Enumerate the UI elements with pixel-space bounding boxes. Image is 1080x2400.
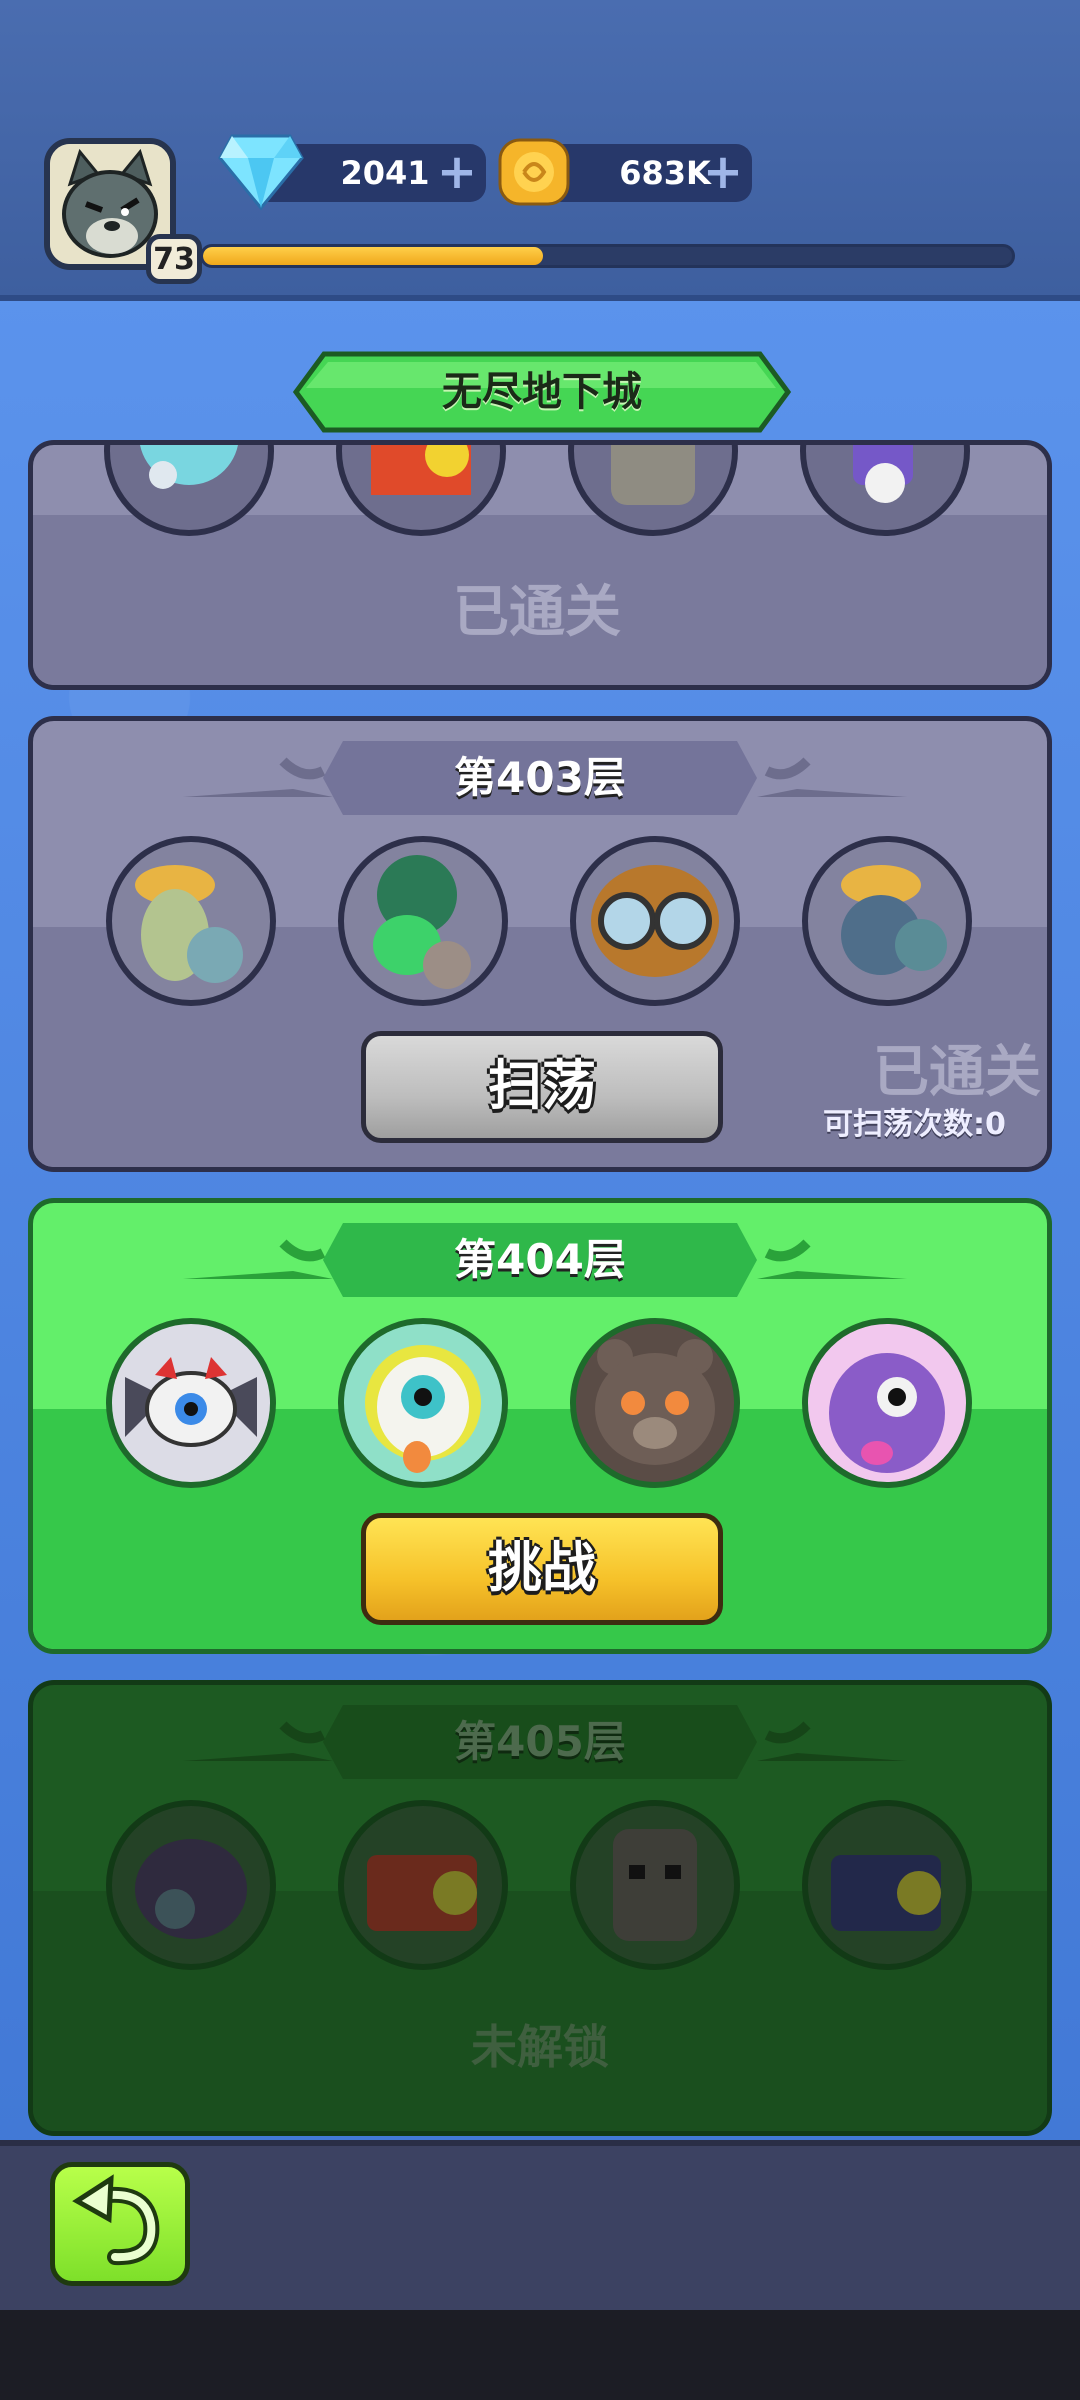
enemy-slot[interactable] bbox=[337, 1317, 509, 1489]
back-button[interactable] bbox=[50, 2162, 190, 2286]
title-banner: 无尽地下城 bbox=[276, 348, 808, 436]
floor-ribbon: 第405层 bbox=[323, 1705, 757, 1779]
enemy-slot bbox=[337, 1799, 509, 1971]
enemy-slot bbox=[569, 1799, 741, 1971]
floor-card-403: 第403层 扫荡 已通关 可扫荡次数:0 bbox=[28, 716, 1052, 1172]
cleared-status: 已通关 bbox=[453, 580, 621, 645]
xp-progress-fill bbox=[203, 247, 543, 265]
floor-card-402: 已通关 bbox=[28, 440, 1052, 690]
floor-ribbon: 第404层 bbox=[323, 1223, 757, 1297]
enemy-slot bbox=[105, 1799, 277, 1971]
challenge-button[interactable]: 挑战 bbox=[361, 1513, 723, 1625]
enemy-slot[interactable] bbox=[801, 1317, 973, 1489]
xp-progress-bar bbox=[200, 244, 1015, 268]
add-gems-plus-icon[interactable]: + bbox=[436, 148, 478, 196]
enemy-slot[interactable] bbox=[337, 835, 509, 1007]
sweep-button[interactable]: 扫荡 bbox=[361, 1031, 723, 1143]
system-nav-bar bbox=[0, 2310, 1080, 2400]
floor-ribbon: 第403层 bbox=[323, 741, 757, 815]
floor-card-405: 第405层 未解锁 bbox=[28, 1680, 1052, 2136]
enemy-slot[interactable] bbox=[801, 835, 973, 1007]
locked-status: 未解锁 bbox=[471, 2020, 609, 2074]
enemy-slot bbox=[801, 1799, 973, 1971]
page-title: 无尽地下城 bbox=[442, 369, 642, 415]
top-bar: 73 2041 + 683K + bbox=[0, 0, 1080, 301]
enemy-slot[interactable] bbox=[569, 835, 741, 1007]
sweep-count-label: 可扫荡次数:0 bbox=[823, 1107, 1006, 1142]
floor-card-404: 第404层 挑战 bbox=[28, 1198, 1052, 1654]
add-gold-plus-icon[interactable]: + bbox=[702, 148, 744, 196]
floor-label: 第403层 bbox=[454, 753, 626, 802]
enemy-slot[interactable] bbox=[105, 1317, 277, 1489]
floor-label: 第405层 bbox=[454, 1717, 626, 1766]
back-arrow-icon bbox=[72, 2174, 160, 2266]
gold-coin-icon bbox=[498, 138, 570, 206]
player-level-badge: 73 bbox=[146, 234, 202, 284]
diamond-icon bbox=[218, 134, 304, 211]
floor-label: 第404层 bbox=[454, 1235, 626, 1284]
enemy-slot[interactable] bbox=[105, 835, 277, 1007]
cleared-status: 已通关 bbox=[873, 1040, 1041, 1105]
enemy-slot[interactable] bbox=[569, 1317, 741, 1489]
